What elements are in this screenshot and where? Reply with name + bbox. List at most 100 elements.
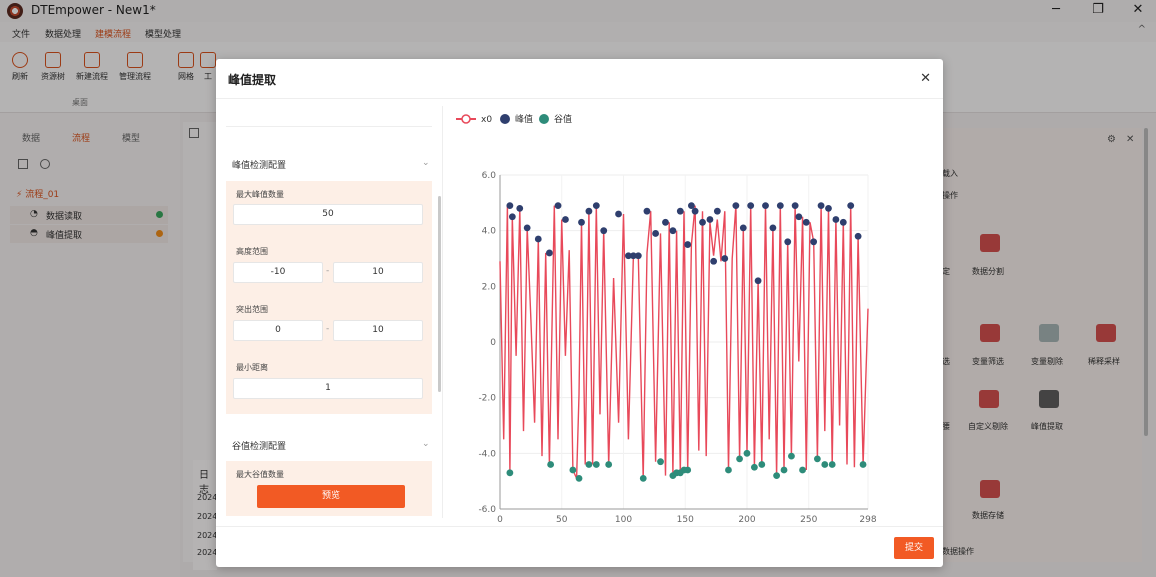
- peak-point: [523, 224, 531, 232]
- divider: [216, 98, 943, 99]
- dialog-close-button[interactable]: ✕: [920, 71, 931, 86]
- peak-point: [508, 213, 516, 221]
- min-distance-input[interactable]: 1: [233, 378, 423, 399]
- legend-peak-label: 峰值: [515, 113, 533, 125]
- peak-point: [762, 202, 769, 210]
- valley-point: [736, 455, 743, 463]
- peak-point: [791, 202, 799, 210]
- peak-extract-dialog: 峰值提取 ✕ 峰值检测配置 ⌄ 最大峰值数量 50 高度范围 -10 - 10 …: [216, 59, 943, 567]
- valley-point: [828, 461, 836, 468]
- height-min-input[interactable]: -10: [233, 262, 323, 283]
- valley-point: [773, 472, 781, 479]
- chart-legend[interactable]: x0 峰值 谷值: [456, 113, 572, 125]
- range-separator: -: [326, 324, 330, 334]
- legend-valley-marker: [539, 114, 549, 124]
- peak-point: [847, 202, 855, 210]
- max-peak-count-input[interactable]: 50: [233, 204, 423, 225]
- y-tick-label: -2.0: [478, 394, 496, 404]
- peak-point: [699, 218, 706, 226]
- max-peak-count-label: 最大峰值数量: [236, 190, 284, 199]
- legend-x0-label: x0: [481, 115, 492, 125]
- peak-point: [710, 257, 718, 265]
- valley-point: [859, 461, 867, 468]
- peak-point: [516, 205, 524, 212]
- chevron-down-icon[interactable]: ⌄: [422, 439, 430, 449]
- submit-button[interactable]: 提交: [894, 537, 934, 559]
- height-max-input[interactable]: 10: [333, 262, 423, 283]
- valley-point: [585, 461, 593, 468]
- x-tick-label: 150: [677, 515, 694, 525]
- peak-point: [585, 207, 593, 215]
- valley-point: [506, 469, 514, 477]
- range-separator: -: [326, 266, 330, 276]
- peak-point: [662, 218, 669, 226]
- valley-point: [639, 474, 647, 482]
- x-tick-label: 100: [615, 515, 632, 525]
- x-tick-label: 200: [738, 515, 755, 525]
- peak-point: [832, 216, 840, 223]
- peak-point: [713, 207, 721, 215]
- valley-point: [605, 461, 613, 468]
- peak-point: [839, 218, 847, 226]
- valley-point: [575, 474, 583, 482]
- prominence-max-input[interactable]: 10: [333, 320, 423, 341]
- peak-point: [669, 227, 677, 235]
- x-tick-label: 50: [556, 515, 568, 525]
- y-tick-label: 0: [490, 338, 496, 348]
- prominence-range-label: 突出范围: [236, 305, 268, 314]
- peak-point: [825, 205, 832, 212]
- min-distance-label: 最小距离: [236, 363, 268, 372]
- peak-point: [747, 202, 755, 210]
- peak-point: [691, 207, 699, 215]
- valley-point: [684, 466, 692, 474]
- peak-point: [732, 202, 740, 210]
- peak-point: [534, 235, 542, 243]
- peak-point: [592, 202, 600, 210]
- y-tick-label: -4.0: [478, 449, 496, 459]
- peak-point: [578, 218, 585, 226]
- peak-point: [545, 249, 553, 257]
- max-valley-count-label: 最大谷值数量: [236, 470, 284, 479]
- peak-point: [776, 202, 784, 210]
- peak-point: [754, 277, 762, 285]
- valley-point: [799, 466, 806, 474]
- peak-point: [721, 255, 729, 262]
- peak-point: [652, 230, 659, 237]
- height-range-label: 高度范围: [236, 247, 268, 256]
- valley-point: [780, 466, 788, 474]
- valley-section-title[interactable]: 谷值检测配置: [232, 439, 286, 452]
- divider: [442, 106, 443, 518]
- peak-point: [802, 218, 810, 226]
- valley-point: [725, 466, 732, 474]
- y-tick-label: 4.0: [482, 227, 497, 237]
- valley-point: [569, 466, 577, 474]
- peak-point: [562, 216, 569, 223]
- form-scrollbar[interactable]: [438, 196, 441, 392]
- peak-point: [615, 210, 622, 218]
- valley-point: [813, 455, 821, 463]
- chevron-down-icon[interactable]: ⌄: [422, 158, 430, 168]
- x-tick-label: 298: [859, 515, 876, 525]
- peak-point: [688, 202, 695, 210]
- valley-point: [657, 458, 664, 466]
- valley-point: [750, 463, 758, 471]
- y-tick-label: 2.0: [482, 282, 497, 292]
- valley-point: [821, 461, 829, 468]
- peak-section-body: 最大峰值数量 50 高度范围 -10 - 10 突出范围 0 - 10 最小距离…: [226, 181, 432, 414]
- peak-point: [684, 241, 692, 248]
- peak-point: [706, 216, 714, 223]
- prominence-min-input[interactable]: 0: [233, 320, 323, 341]
- valley-point: [743, 449, 751, 457]
- peak-point: [769, 224, 777, 232]
- peak-chart: 6.04.02.00-2.0-4.0-6.00 50 100 150 200 250 298…: [456, 113, 877, 525]
- preview-button[interactable]: 预览: [257, 485, 405, 508]
- peak-point: [810, 238, 818, 246]
- config-form: 峰值检测配置 ⌄ 最大峰值数量 50 高度范围 -10 - 10 突出范围 0 …: [222, 106, 434, 516]
- y-tick-label: 6.0: [482, 171, 497, 181]
- peak-point: [817, 202, 825, 210]
- valley-point: [547, 461, 555, 468]
- peak-point: [676, 207, 684, 215]
- y-tick-label: -6.0: [478, 505, 496, 515]
- peak-section-title[interactable]: 峰值检测配置: [232, 158, 286, 171]
- clipped-input[interactable]: [226, 106, 432, 127]
